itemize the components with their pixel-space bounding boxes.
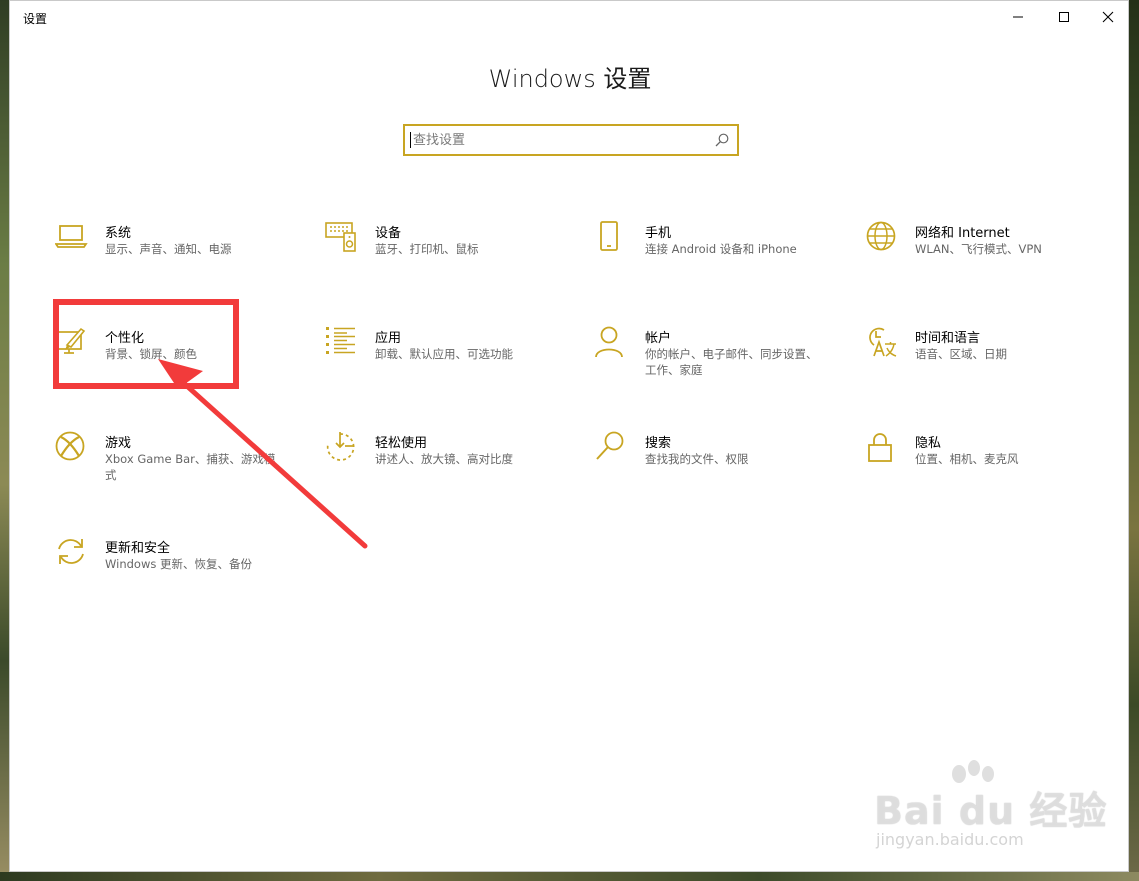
desktop-background-right bbox=[1129, 0, 1139, 881]
baidu-jingyan-watermark: Bai du 经验 jingyan.baidu.com bbox=[860, 758, 1106, 858]
watermark-logo-text: Bai du 经验 bbox=[874, 789, 1108, 833]
desktop-background-left bbox=[0, 0, 9, 881]
watermark-url: jingyan.baidu.com bbox=[876, 830, 1024, 849]
settings-window: 设置 Windows 设置 系统 显示、声音、通知、电源 bbox=[9, 0, 1129, 872]
desktop-background-bottom bbox=[0, 872, 1139, 881]
annotation-arrow bbox=[158, 359, 368, 549]
